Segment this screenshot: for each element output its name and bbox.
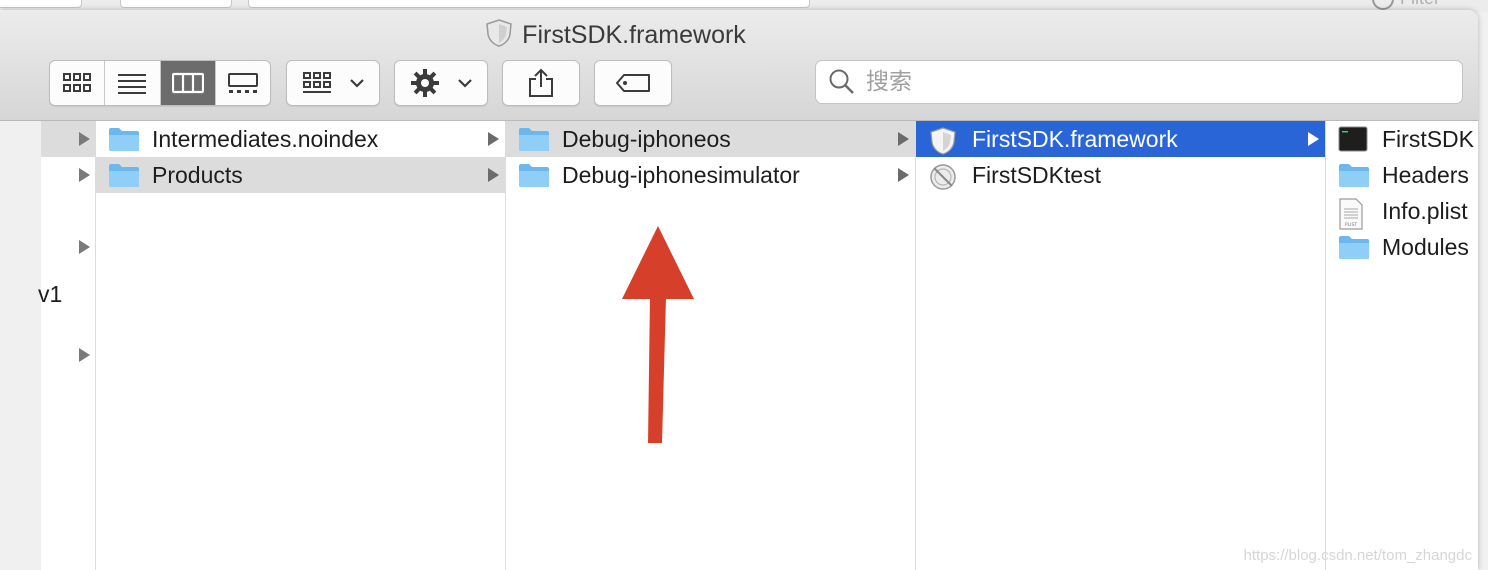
gallery-icon bbox=[227, 73, 258, 93]
column-view-button[interactable] bbox=[160, 61, 216, 105]
watermark: https://blog.csdn.net/tom_zhangdc bbox=[1243, 547, 1472, 564]
title-toolbar: FirstSDK.framework bbox=[0, 10, 1478, 121]
view-mode-control bbox=[49, 60, 271, 106]
search-input[interactable] bbox=[864, 68, 1428, 96]
tags-button[interactable] bbox=[594, 60, 672, 106]
action-button[interactable] bbox=[394, 60, 488, 106]
finder-window: FirstSDK.framework 搜索 v1 Intermediates.n… bbox=[0, 10, 1478, 570]
grid-icon bbox=[63, 73, 92, 92]
red-arrow-annotation bbox=[622, 226, 694, 443]
gear-icon bbox=[411, 69, 439, 97]
arrow-head bbox=[622, 226, 694, 299]
window-title: FirstSDK.framework bbox=[0, 18, 1230, 55]
background-filter: Filter bbox=[1372, 0, 1440, 11]
search-icon bbox=[829, 69, 854, 94]
group-by-button[interactable] bbox=[286, 60, 380, 106]
icon-view-button[interactable] bbox=[50, 61, 106, 105]
tag-icon bbox=[616, 74, 650, 92]
window-title-text: FirstSDK.framework bbox=[522, 21, 746, 50]
background-search bbox=[248, 0, 810, 8]
share-icon bbox=[529, 68, 553, 97]
list-icon bbox=[118, 74, 147, 94]
list-view-button[interactable] bbox=[105, 61, 161, 105]
gallery-view-button[interactable] bbox=[216, 61, 270, 105]
clock-icon bbox=[1372, 0, 1394, 11]
search-field[interactable] bbox=[815, 60, 1463, 104]
background-box bbox=[120, 0, 232, 8]
column-browser: v1 Intermediates.noindex Products Debug-i… bbox=[0, 121, 1478, 570]
chevron-down-icon bbox=[458, 79, 472, 88]
share-button[interactable] bbox=[502, 60, 580, 106]
framework-icon bbox=[484, 18, 514, 55]
chevron-down-icon bbox=[350, 79, 364, 88]
arrow-shaft bbox=[648, 297, 666, 443]
filter-label: Filter bbox=[1400, 0, 1440, 8]
columns-icon bbox=[171, 72, 204, 94]
grid-group-icon bbox=[303, 72, 331, 93]
background-box bbox=[0, 0, 82, 8]
